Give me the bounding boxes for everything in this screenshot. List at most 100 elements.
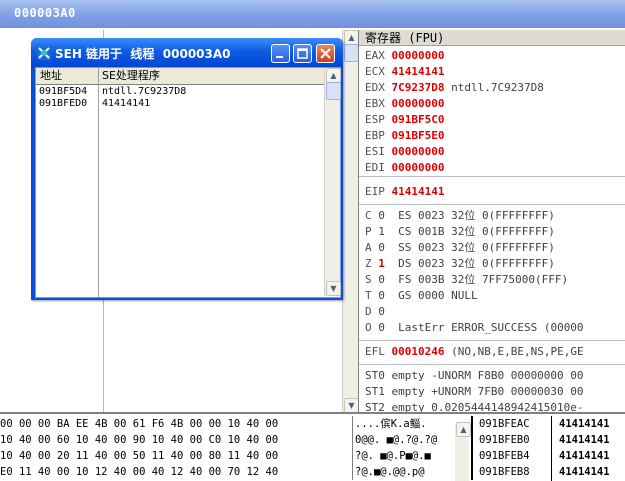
- hex-row[interactable]: 00 00 00 BA EE 4B 00 61 F6 4B 00 00 10 4…: [0, 416, 350, 432]
- fpu-row[interactable]: ST1 empty +UNORM 7FB0 00000030 00: [365, 384, 584, 400]
- dump-scrollbar[interactable]: ▲: [455, 422, 471, 481]
- register-esi[interactable]: ESI 00000000: [365, 144, 451, 160]
- fpu-row[interactable]: ST0 empty -UNORM F8B0 00000000 00: [365, 368, 584, 384]
- disassembly-scrollbar[interactable]: ▲ ▼: [342, 30, 359, 413]
- register-eax[interactable]: EAX 00000000: [365, 48, 451, 64]
- register-eip[interactable]: EIP 41414141: [365, 184, 444, 200]
- register-edi[interactable]: EDI 00000000: [365, 160, 451, 176]
- register-value[interactable]: 00000000: [392, 145, 445, 158]
- register-ecx[interactable]: ECX 41414141: [365, 64, 451, 80]
- hex-dump[interactable]: 00 00 00 BA EE 4B 00 61 F6 4B 00 00 10 4…: [0, 416, 350, 480]
- fpu-row[interactable]: ST2 empty 0.0205444148942415010e-: [365, 400, 584, 412]
- flag-value[interactable]: 0: [378, 289, 385, 302]
- stack-row[interactable]: 091BFEB8 41414141: [473, 464, 625, 480]
- flag-value[interactable]: 0: [378, 241, 385, 254]
- maximize-icon: [297, 48, 308, 59]
- minimize-button[interactable]: [271, 44, 290, 63]
- ascii-dump[interactable]: ....傧K.a鲻. 0@@. ■@.?@.?@ ?@. ■@.P■@.■ ?@.■@…: [352, 416, 459, 480]
- flag-row[interactable]: O 0 LastErr ERROR_SUCCESS (00000: [365, 320, 584, 336]
- flag-row[interactable]: S 0 FS 003B 32位 7FF75000(FFF): [365, 272, 568, 288]
- flag-row[interactable]: A 0 SS 0023 32位 0(FFFFFFFF): [365, 240, 555, 256]
- segment-info: GS 0000 NULL: [398, 289, 478, 302]
- seh-row[interactable]: 091BFED0 41414141: [36, 98, 324, 110]
- registers-pane[interactable]: 寄存器 (FPU) EAX 00000000 ECX 41414141 EDX …: [358, 30, 625, 412]
- segment-info: SS 0023 32位 0(FFFFFFFF): [398, 241, 555, 254]
- register-efl[interactable]: EFL 00010246 (NO,NB,E,BE,NS,PE,GE: [365, 344, 584, 360]
- ascii-row[interactable]: ?@.■@.@@.p@: [355, 464, 459, 480]
- register-comment: ntdll.7C9237D8: [451, 81, 544, 94]
- flag-value[interactable]: 1: [378, 257, 385, 270]
- register-value[interactable]: 41414141: [392, 65, 445, 78]
- stack-divider: [551, 416, 552, 481]
- scroll-down-icon[interactable]: ▼: [326, 281, 341, 296]
- ascii-row[interactable]: 0@@. ■@.?@.?@: [355, 432, 459, 448]
- register-value[interactable]: 00000000: [392, 97, 445, 110]
- segment-info: DS 0023 32位 0(FFFFFFFF): [398, 257, 555, 270]
- register-value[interactable]: 00000000: [392, 161, 445, 174]
- seh-address: 091BF5D4: [39, 86, 88, 97]
- seh-list-header: 地址 SE处理程序: [36, 68, 324, 85]
- flag-name: O: [365, 321, 372, 334]
- flag-value[interactable]: 0: [378, 209, 385, 222]
- seh-row[interactable]: 091BF5D4 ntdll.7C9237D8: [36, 86, 324, 98]
- stack-row[interactable]: 091BFEB4 41414141: [473, 448, 625, 464]
- scroll-up-icon[interactable]: ▲: [344, 30, 359, 45]
- maximize-button[interactable]: [293, 44, 312, 63]
- seh-address: 091BFED0: [39, 98, 88, 109]
- stack-row[interactable]: 091BFEAC 41414141: [473, 416, 625, 432]
- stack-value: 41414141: [559, 466, 610, 478]
- separator: [359, 204, 625, 205]
- stack-value: 41414141: [559, 418, 610, 430]
- flag-name: D: [365, 305, 372, 318]
- flag-value[interactable]: 0: [378, 321, 385, 334]
- seh-list[interactable]: 地址 SE处理程序 091BF5D4 ntdll.7C9237D8 091BFED0…: [35, 67, 341, 298]
- hex-row[interactable]: 10 40 00 20 11 40 00 50 11 40 00 80 11 4…: [0, 448, 350, 464]
- minimize-icon: [276, 56, 283, 58]
- main-titlebar[interactable]: 000003A0: [0, 0, 625, 28]
- flag-row[interactable]: C 0 ES 0023 32位 0(FFFFFFFF): [365, 208, 555, 224]
- stack-address: 091BFEB8: [479, 466, 530, 478]
- separator: [359, 364, 625, 365]
- flag-value[interactable]: 0: [378, 305, 385, 318]
- flag-row[interactable]: D 0: [365, 304, 398, 320]
- flag-value[interactable]: 0: [378, 273, 385, 286]
- scroll-thumb[interactable]: [326, 82, 341, 100]
- register-name: EAX: [365, 49, 385, 62]
- scroll-up-icon[interactable]: ▲: [326, 68, 341, 83]
- register-value[interactable]: 7C9237D8: [392, 81, 445, 94]
- flag-row[interactable]: T 0 GS 0000 NULL: [365, 288, 478, 304]
- registers-header: 寄存器 (FPU): [359, 30, 625, 46]
- stack-row[interactable]: 091BFEB0 41414141: [473, 432, 625, 448]
- register-name: EDI: [365, 161, 385, 174]
- column-header-handler[interactable]: SE处理程序: [102, 68, 160, 84]
- stack-pane[interactable]: 091BFEAC 41414141 091BFEB0 41414141 091BFEB4…: [471, 416, 625, 480]
- register-ebp[interactable]: EBP 091BF5E0: [365, 128, 451, 144]
- seh-scrollbar[interactable]: ▲ ▼: [324, 68, 341, 296]
- ascii-row[interactable]: ?@. ■@.P■@.■: [355, 448, 459, 464]
- seh-titlebar[interactable]: SEH 链用于 线程 000003A0: [31, 38, 343, 68]
- ascii-row[interactable]: ....傧K.a鲻.: [355, 416, 459, 432]
- column-header-address[interactable]: 地址: [40, 68, 62, 84]
- scroll-up-icon[interactable]: ▲: [456, 422, 471, 437]
- register-value[interactable]: 00000000: [392, 49, 445, 62]
- register-value[interactable]: 091BF5C0: [392, 113, 445, 126]
- bottom-panels: 00 00 00 BA EE 4B 00 61 F6 4B 00 00 10 4…: [0, 412, 625, 481]
- flag-row[interactable]: P 1 CS 001B 32位 0(FFFFFFFF): [365, 224, 555, 240]
- flag-value[interactable]: 1: [378, 225, 385, 238]
- hex-row[interactable]: E0 11 40 00 10 12 40 00 40 12 40 00 70 1…: [0, 464, 350, 480]
- register-name: EDX: [365, 81, 385, 94]
- register-name: ESI: [365, 145, 385, 158]
- flag-name: Z: [365, 257, 372, 270]
- register-value[interactable]: 091BF5E0: [392, 129, 445, 142]
- register-esp[interactable]: ESP 091BF5C0: [365, 112, 451, 128]
- register-edx[interactable]: EDX 7C9237D8 ntdll.7C9237D8: [365, 80, 544, 96]
- register-ebx[interactable]: EBX 00000000: [365, 96, 451, 112]
- main-title: 000003A0: [14, 6, 76, 20]
- flag-name: P: [365, 225, 372, 238]
- seh-chain-window[interactable]: SEH 链用于 线程 000003A0 地址 SE处理程序 091BF5D4 nt…: [31, 38, 343, 300]
- hex-row[interactable]: 10 40 00 60 10 40 00 90 10 40 00 C0 10 4…: [0, 432, 350, 448]
- scroll-down-icon[interactable]: ▼: [344, 398, 359, 413]
- scroll-thumb[interactable]: [344, 44, 359, 62]
- flag-row[interactable]: Z 1 DS 0023 32位 0(FFFFFFFF): [365, 256, 555, 272]
- close-button[interactable]: [316, 44, 335, 63]
